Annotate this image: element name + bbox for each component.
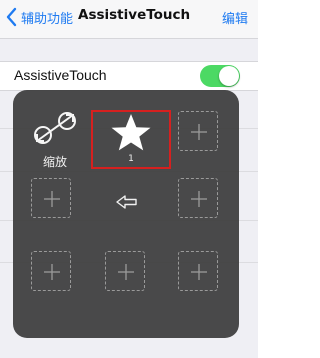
empty-slot-bottom-right[interactable] [178,251,218,291]
plus-icon [118,264,134,280]
empty-slot-middle-right[interactable] [178,178,218,218]
assistivetouch-setting-row: AssistiveTouch [0,61,258,91]
plus-icon [44,191,60,207]
back-arrow-icon[interactable] [116,194,138,209]
zoom-label: 缩放 [42,155,67,169]
custom-gesture-number: 1 [128,154,134,164]
chevron-left-icon [4,5,20,29]
toggle-knob [219,66,239,86]
back-button[interactable]: 辅助功能 [4,4,73,30]
zoom-item[interactable]: 缩放 [29,106,81,169]
empty-slot-bottom-left[interactable] [31,251,71,291]
plus-icon [191,264,207,280]
screen: 辅助功能 AssistiveTouch 编辑 AssistiveTouch 缩放… [0,0,258,358]
plus-icon [44,264,60,280]
edit-button[interactable]: 编辑 [222,8,248,27]
empty-slot-middle-left[interactable] [31,178,71,218]
plus-icon [191,191,207,207]
navigation-bar: 辅助功能 AssistiveTouch 编辑 [0,0,258,39]
empty-slot-bottom-middle[interactable] [105,251,145,291]
assistivetouch-toggle[interactable] [200,65,240,87]
custom-gesture-item[interactable]: 1 [91,110,171,169]
plus-icon [191,124,207,140]
setting-row-label: AssistiveTouch [14,67,107,83]
page-title: AssistiveTouch [78,7,191,23]
back-button-label: 辅助功能 [21,11,74,27]
empty-slot-top-right[interactable] [178,111,218,151]
assistivetouch-menu-panel: 缩放 1 [13,90,239,338]
